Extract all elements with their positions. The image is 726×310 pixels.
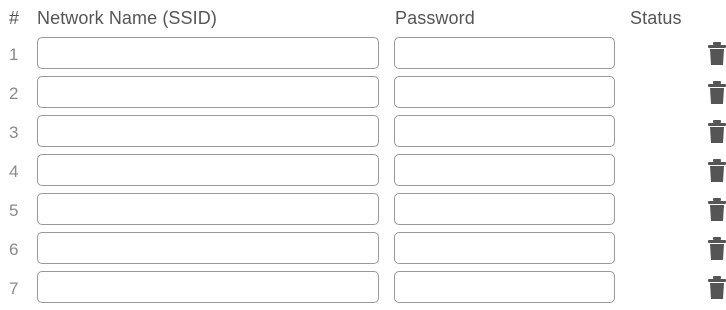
trash-icon[interactable] <box>707 198 726 222</box>
trash-icon[interactable] <box>707 276 726 300</box>
status-cell <box>630 76 690 108</box>
ssid-input[interactable] <box>37 154 379 186</box>
column-header-number: # <box>9 8 20 28</box>
status-cell <box>630 271 690 303</box>
trash-icon[interactable] <box>707 120 726 144</box>
ssid-input[interactable] <box>37 76 379 108</box>
status-cell <box>630 193 690 225</box>
password-input[interactable] <box>394 232 615 264</box>
status-cell <box>630 37 690 69</box>
row-number: 3 <box>9 123 19 142</box>
ssid-input[interactable] <box>37 232 379 264</box>
row-number: 6 <box>9 240 19 259</box>
trash-icon[interactable] <box>707 159 726 183</box>
password-input[interactable] <box>394 76 615 108</box>
network-row-5: 5 <box>0 193 726 232</box>
ssid-input[interactable] <box>37 193 379 225</box>
password-input[interactable] <box>394 154 615 186</box>
row-number: 4 <box>9 162 19 181</box>
row-number: 2 <box>9 84 19 103</box>
row-number: 5 <box>9 201 19 220</box>
trash-icon[interactable] <box>707 81 726 105</box>
row-number: 1 <box>9 45 19 64</box>
ssid-input[interactable] <box>37 271 379 303</box>
network-row-6: 6 <box>0 232 726 271</box>
password-input[interactable] <box>394 271 615 303</box>
trash-icon[interactable] <box>707 42 726 66</box>
status-cell <box>630 232 690 264</box>
network-row-3: 3 <box>0 115 726 154</box>
status-cell <box>630 115 690 147</box>
ssid-input[interactable] <box>37 37 379 69</box>
ssid-input[interactable] <box>37 115 379 147</box>
table-header: # Network Name (SSID) Password Status <box>0 0 726 36</box>
column-header-ssid: Network Name (SSID) <box>37 8 217 28</box>
network-rows: 1 2 3 4 5 6 7 <box>0 37 726 310</box>
trash-icon[interactable] <box>707 237 726 261</box>
password-input[interactable] <box>394 193 615 225</box>
network-row-1: 1 <box>0 37 726 76</box>
network-row-2: 2 <box>0 76 726 115</box>
network-row-7: 7 <box>0 271 726 310</box>
column-header-password: Password <box>395 8 475 28</box>
row-number: 7 <box>9 279 19 298</box>
password-input[interactable] <box>394 115 615 147</box>
network-row-4: 4 <box>0 154 726 193</box>
status-cell <box>630 154 690 186</box>
password-input[interactable] <box>394 37 615 69</box>
column-header-status: Status <box>630 8 682 28</box>
